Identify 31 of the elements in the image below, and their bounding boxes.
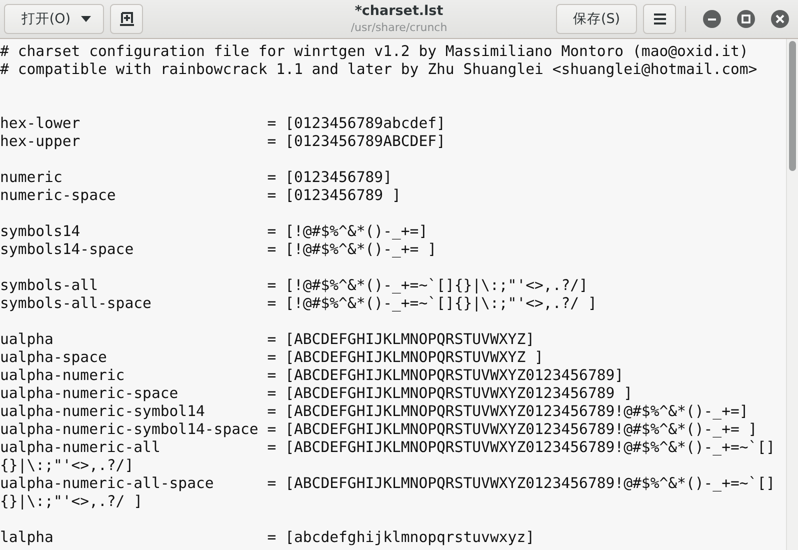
code-line: numeric = [0123456789] [0,169,393,187]
code-line: ualpha-numeric-space = [ABCDEFGHIJKLMNOPQRSTUVWXYZ0123456789 ] [0,385,634,403]
code-line: ualpha-space = [ABCDEFGHIJKLMNOPQRSTUVWXYZ ] [0,349,544,367]
menu-icon [652,13,666,25]
code-line: ualpha-numeric-all-space = [ABCDEFGHIJKLMNOPQRSTUVWXYZ0123456789!@#$%^&*()-_+=~`[]{}|\:;"'<>,.?/ ] [0,475,776,511]
code-line: ualpha-numeric = [ABCDEFGHIJKLMNOPQRSTUVWXYZ0123456789] [0,367,625,385]
scrollbar-thumb[interactable] [789,41,796,171]
code-line: hex-lower = [0123456789abcdef] [0,115,446,133]
new-tab-button[interactable] [110,4,143,34]
menu-button[interactable] [643,4,676,34]
comment-line: # charset configuration file for winrtgen v1.2 by Massimiliano Montoro (mao@oxid.it) [0,43,750,61]
comment-line: # compatible with rainbowcrack 1.1 and later by Zhu Shuanglei <shuanglei@hotmail.com> [0,61,758,79]
code-line: symbols14-space = [!@#$%^&*()-_+= ] [0,241,438,259]
code-line: lalpha = [abcdefghijklmnopqrstuvwxyz] [0,529,536,547]
code-line: numeric-space = [0123456789 ] [0,187,402,205]
new-tab-icon [118,10,136,28]
code-line: ualpha = [ABCDEFGHIJKLMNOPQRSTUVWXYZ] [0,331,536,349]
save-button[interactable]: 保存(S) [556,4,637,34]
window-title: *charset.lst [354,3,444,20]
code-line: ualpha-numeric-symbol14 = [ABCDEFGHIJKLMNOPQRSTUVWXYZ0123456789!@#$%^&*()-_+=] [0,403,750,421]
code-line: ualpha-numeric-symbol14-space = [ABCDEFGHIJKLMNOPQRSTUVWXYZ0123456789!@#$%^&*()-_+= ] [0,421,758,439]
code-line: symbols-all = [!@#$%^&*()-_+=~`[]{}|\:;"'<>,.?/] [0,277,589,295]
code-line: symbols-all-space = [!@#$%^&*()-_+=~`[]{}|\:;"'<>,.?/ ] [0,295,598,313]
code-line: symbols14 = [!@#$%^&*()-_+=] [0,223,429,241]
file-path: /usr/share/crunch [350,20,448,35]
maximize-icon[interactable] [736,9,756,29]
code-line: hex-upper = [0123456789ABCDEF] [0,133,446,151]
minimize-icon[interactable] [702,9,722,29]
close-icon[interactable] [770,9,790,29]
open-button[interactable]: 打开(O) [4,4,104,34]
caret-icon [80,16,91,22]
